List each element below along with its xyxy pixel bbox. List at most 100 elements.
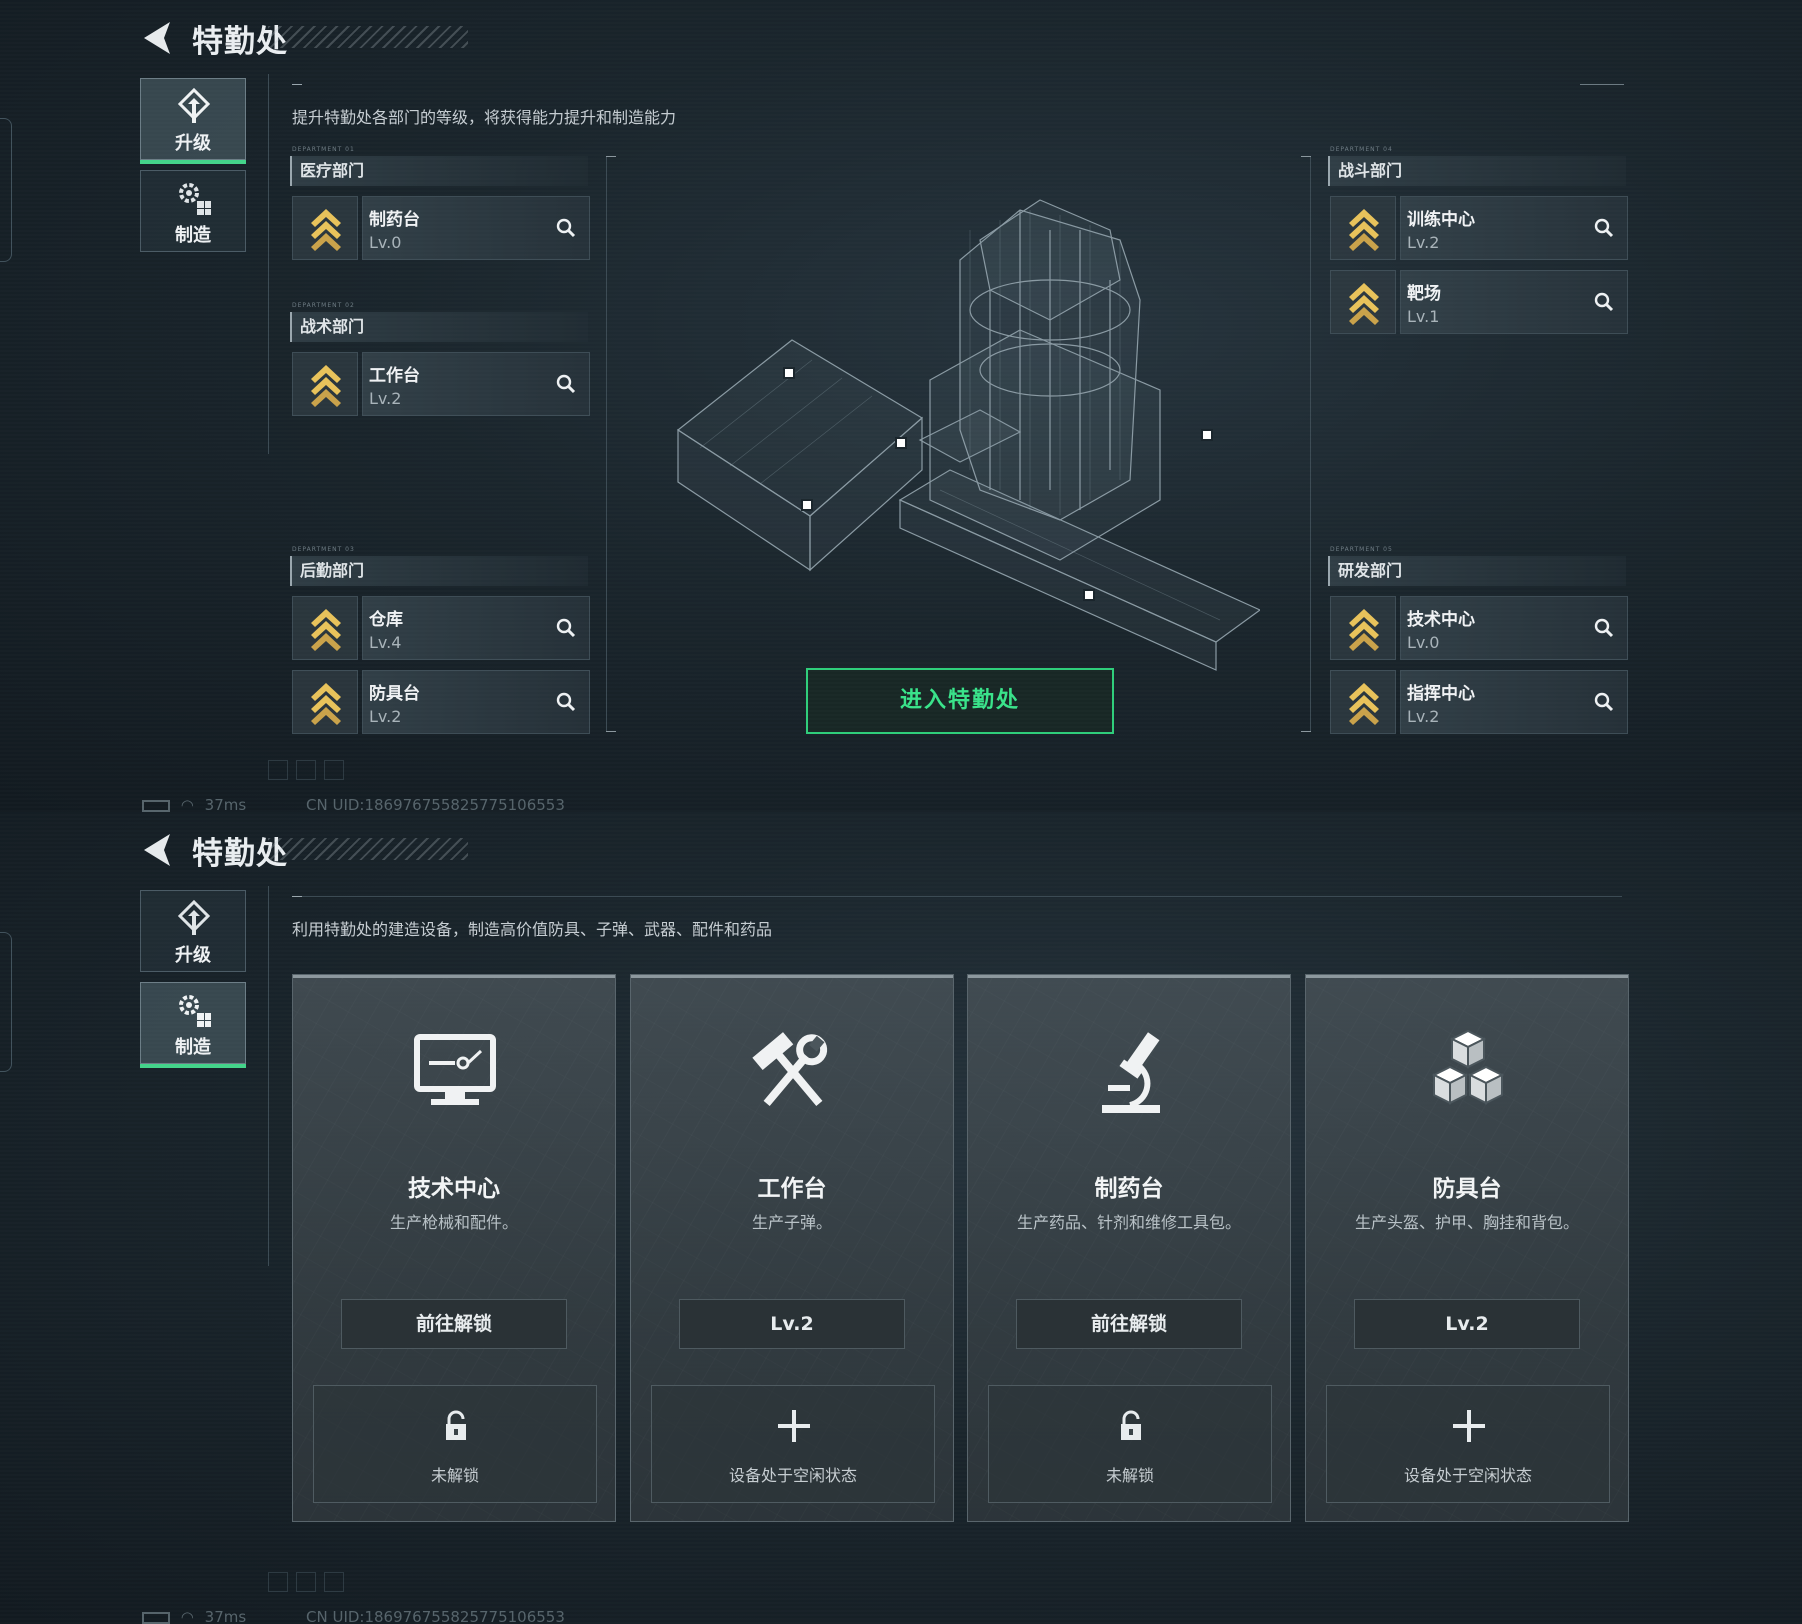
level-button[interactable]: Lv.2 bbox=[1354, 1299, 1580, 1349]
production-slot[interactable]: 设备处于空闲状态 bbox=[651, 1385, 935, 1503]
plus-icon bbox=[1453, 1410, 1485, 1442]
card-accent bbox=[631, 975, 953, 978]
production-slot[interactable]: 设备处于空闲状态 bbox=[1326, 1385, 1610, 1503]
dept-item-name: 训练中心 bbox=[1407, 210, 1475, 230]
dept-item-info: 工作台 Lv.2 bbox=[362, 352, 590, 416]
production-slot[interactable]: 未解锁 bbox=[313, 1385, 597, 1503]
decoration bbox=[268, 760, 288, 780]
network-status: ◠ 37ms bbox=[142, 796, 262, 812]
magnifier-icon[interactable] bbox=[555, 373, 577, 395]
magnifier-icon[interactable] bbox=[555, 691, 577, 713]
dept-item-pharmacy[interactable]: 制药台 Lv.0 bbox=[292, 196, 590, 260]
card-description: 生产头盔、护甲、胸挂和背包。 bbox=[1354, 1213, 1579, 1232]
dept-item-shooting-range[interactable]: 靶场 Lv.1 bbox=[1330, 270, 1628, 334]
rank-chevron-icon bbox=[1349, 283, 1379, 325]
craft-card-pharmacy[interactable]: 制药台 生产药品、针剂和维修工具包。 前往解锁 未解锁 bbox=[967, 974, 1291, 1522]
card-accent bbox=[1306, 975, 1628, 978]
back-arrow-icon[interactable] bbox=[140, 830, 176, 870]
dept-item-name: 制药台 bbox=[369, 210, 420, 230]
dept-item-level: Lv.1 bbox=[1407, 307, 1440, 326]
dept-item-command-center[interactable]: 指挥中心 Lv.2 bbox=[1330, 670, 1628, 734]
magnifier-icon[interactable] bbox=[1593, 617, 1615, 639]
decorative-text: DEPARTMENT 01 bbox=[292, 146, 355, 153]
dept-item-level: Lv.2 bbox=[1407, 233, 1440, 252]
tab-craft[interactable]: 制造 bbox=[140, 170, 246, 252]
upgrade-screen: 特勤处 升级 制造 提升特勤处各部门的等级，将获得能力提升和制造能力 DEPAR… bbox=[0, 0, 1802, 812]
dept-item-info: 技术中心 Lv.0 bbox=[1400, 596, 1628, 660]
decoration bbox=[324, 760, 344, 780]
side-drawer-handle[interactable] bbox=[0, 118, 12, 262]
craft-card-workbench[interactable]: 工作台 生产子弹。 Lv.2 设备处于空闲状态 bbox=[630, 974, 954, 1522]
craft-card-tech-center[interactable]: 技术中心 生产枪械和配件。 前往解锁 未解锁 bbox=[292, 974, 616, 1522]
decorative-text: DEPARTMENT 02 bbox=[292, 302, 355, 309]
magnifier-icon[interactable] bbox=[555, 617, 577, 639]
microscope-icon bbox=[1102, 1032, 1160, 1113]
dept-item-workbench[interactable]: 工作台 Lv.2 bbox=[292, 352, 590, 416]
title-decoration bbox=[268, 838, 468, 860]
decorative-text: DEPARTMENT 03 bbox=[292, 546, 355, 553]
tab-craft-label: 制造 bbox=[175, 1037, 211, 1058]
slot-status-text: 未解锁 bbox=[1105, 1466, 1154, 1485]
card-title: 工作台 bbox=[757, 1176, 827, 1202]
side-drawer-handle[interactable] bbox=[0, 932, 12, 1072]
rank-chevron-icon bbox=[311, 609, 341, 651]
dept-item-info: 训练中心 Lv.2 bbox=[1400, 196, 1628, 260]
production-slot[interactable]: 未解锁 bbox=[988, 1385, 1272, 1503]
decoration bbox=[296, 1572, 316, 1592]
decoration bbox=[296, 760, 316, 780]
divider bbox=[292, 896, 302, 897]
rank-chevron-icon bbox=[1349, 683, 1379, 725]
divider bbox=[1310, 156, 1311, 732]
user-uid: CN UID:186976755825775106553 bbox=[306, 1608, 565, 1624]
dept-item-tech-center[interactable]: 技术中心 Lv.0 bbox=[1330, 596, 1628, 660]
tab-upgrade[interactable]: 升级 bbox=[140, 78, 246, 164]
unlock-button[interactable]: 前往解锁 bbox=[1016, 1299, 1242, 1349]
tab-upgrade-label: 升级 bbox=[175, 133, 211, 154]
card-description: 生产枪械和配件。 bbox=[389, 1213, 518, 1232]
divider bbox=[606, 156, 616, 157]
dept-item-info: 制药台 Lv.0 bbox=[362, 196, 590, 260]
magnifier-icon[interactable] bbox=[1593, 291, 1615, 313]
dept-logistics-title: 后勤部门 bbox=[290, 556, 588, 586]
back-arrow-icon[interactable] bbox=[140, 18, 176, 58]
divider bbox=[1580, 84, 1624, 85]
divider bbox=[268, 74, 269, 454]
dept-item-level: Lv.2 bbox=[1407, 707, 1440, 726]
dept-item-training-center[interactable]: 训练中心 Lv.2 bbox=[1330, 196, 1628, 260]
headquarters-wireframe-model[interactable] bbox=[660, 170, 1260, 730]
dept-combat-title: 战斗部门 bbox=[1328, 156, 1626, 186]
divider bbox=[292, 84, 302, 85]
card-description: 生产子弹。 bbox=[751, 1213, 832, 1232]
craft-card-armor-bench[interactable]: 防具台 生产头盔、护甲、胸挂和背包。 Lv.2 设备处于空闲状态 bbox=[1305, 974, 1629, 1522]
dept-item-name: 仓库 bbox=[369, 610, 403, 630]
divider bbox=[1301, 731, 1311, 732]
dept-item-info: 仓库 Lv.4 bbox=[362, 596, 590, 660]
tab-craft-label: 制造 bbox=[175, 225, 211, 246]
divider bbox=[268, 886, 269, 1266]
upgrade-icon bbox=[177, 87, 211, 123]
decoration bbox=[268, 1572, 288, 1592]
magnifier-icon[interactable] bbox=[555, 217, 577, 239]
dept-item-warehouse[interactable]: 仓库 Lv.4 bbox=[292, 596, 590, 660]
rank-badge bbox=[1330, 670, 1396, 734]
divider bbox=[606, 156, 607, 732]
magnifier-icon[interactable] bbox=[1593, 217, 1615, 239]
wifi-icon: ◠ bbox=[180, 796, 194, 812]
enter-headquarters-button[interactable]: 进入特勤处 bbox=[806, 668, 1114, 734]
dept-item-armor-bench[interactable]: 防具台 Lv.2 bbox=[292, 670, 590, 734]
dept-item-name: 技术中心 bbox=[1407, 610, 1475, 630]
dept-item-level: Lv.0 bbox=[1407, 633, 1440, 652]
dept-research-title: 研发部门 bbox=[1328, 556, 1626, 586]
dept-item-name: 指挥中心 bbox=[1407, 684, 1475, 704]
unlock-button[interactable]: 前往解锁 bbox=[341, 1299, 567, 1349]
level-button[interactable]: Lv.2 bbox=[679, 1299, 905, 1349]
latency-text: 37ms bbox=[204, 796, 247, 812]
tab-upgrade[interactable]: 升级 bbox=[140, 890, 246, 972]
divider bbox=[606, 731, 616, 732]
plus-icon bbox=[778, 1410, 810, 1442]
latency-text: 37ms bbox=[204, 1608, 247, 1624]
tab-craft[interactable]: 制造 bbox=[140, 982, 246, 1068]
magnifier-icon[interactable] bbox=[1593, 691, 1615, 713]
wifi-icon: ◠ bbox=[180, 1608, 194, 1624]
rank-badge bbox=[1330, 196, 1396, 260]
